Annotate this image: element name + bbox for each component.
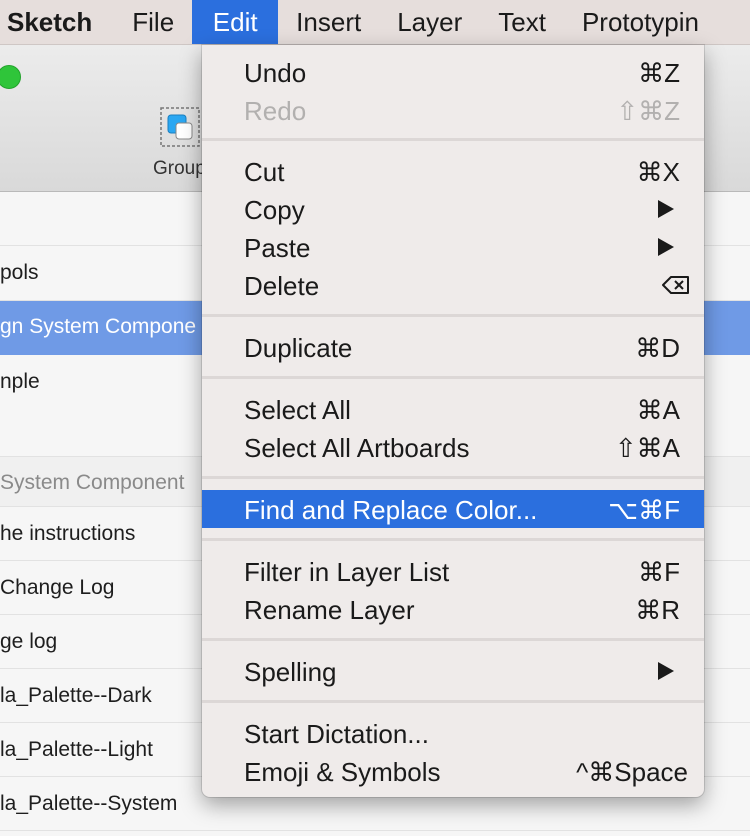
edit-menu-dropdown: Undo ⌘Z Redo ⇧⌘Z Cut ⌘X Copy Paste Delet… — [202, 45, 704, 797]
menu-separator — [202, 476, 704, 479]
menu-item-shortcut: ⌥⌘F — [608, 495, 680, 525]
menu-insert[interactable]: Insert — [278, 0, 379, 44]
submenu-arrow-icon — [658, 238, 674, 256]
menu-item-shortcut: ⌘F — [638, 557, 680, 587]
menu-app-sketch[interactable]: Sketch — [0, 0, 114, 44]
menu-item-select-all-artboards[interactable]: Select All Artboards ⇧⌘A — [202, 428, 704, 466]
menu-item-label: Emoji & Symbols — [244, 757, 441, 787]
menu-item-start-dictation[interactable]: Start Dictation... — [202, 714, 704, 752]
menu-item-paste[interactable]: Paste — [202, 228, 704, 266]
menu-item-label: Cut — [244, 157, 285, 187]
menu-item-filter-in-layer-list[interactable]: Filter in Layer List ⌘F — [202, 552, 704, 590]
menu-separator — [202, 638, 704, 641]
menu-item-label: Delete — [244, 271, 320, 301]
layer-label: he instructions — [0, 522, 136, 545]
menu-item-cut[interactable]: Cut ⌘X — [202, 152, 704, 190]
menu-item-shortcut: ⌘D — [635, 333, 680, 363]
menu-item-spelling[interactable]: Spelling — [202, 652, 704, 690]
menu-layer[interactable]: Layer — [379, 0, 480, 44]
menu-item-label: Paste — [244, 233, 311, 263]
menu-item-shortcut: ⌘X — [636, 157, 680, 187]
menu-text[interactable]: Text — [480, 0, 564, 44]
menu-edit[interactable]: Edit — [192, 0, 279, 44]
menu-item-label: Copy — [244, 195, 305, 225]
menu-item-label: Filter in Layer List — [244, 557, 450, 587]
layer-label: la_Palette--System — [0, 792, 178, 815]
menu-item-find-and-replace-color[interactable]: Find and Replace Color... ⌥⌘F — [202, 490, 704, 528]
menu-item-label: Duplicate — [244, 333, 353, 363]
layer-label: ge log — [0, 630, 58, 653]
menu-item-label: Redo — [244, 96, 307, 126]
menu-prototyping[interactable]: Prototypin — [564, 0, 717, 44]
menu-item-label: Start Dictation... — [244, 719, 429, 749]
section-header-label: System Component — [0, 471, 185, 494]
group-button-label: Group — [153, 158, 206, 179]
menu-item-shortcut: ⇧⌘A — [614, 433, 680, 463]
menu-item-shortcut: ^⌘Space — [576, 757, 688, 787]
menu-item-label: Select All Artboards — [244, 433, 470, 463]
menu-item-emoji-symbols[interactable]: Emoji & Symbols ^⌘Space — [202, 752, 704, 790]
menu-item-shortcut: ⌘Z — [638, 58, 680, 88]
menu-item-label: Spelling — [244, 657, 337, 687]
menu-item-shortcut: ⌘R — [635, 595, 680, 625]
menu-separator — [202, 376, 704, 379]
menu-separator — [202, 138, 704, 141]
submenu-arrow-icon — [658, 200, 674, 218]
menu-item-label: Find and Replace Color... — [244, 495, 538, 525]
menu-item-redo[interactable]: Redo ⇧⌘Z — [202, 91, 704, 129]
menu-item-shortcut: ⇧⌘Z — [616, 96, 680, 126]
page-label: gn System Compone — [0, 315, 197, 338]
menu-item-duplicate[interactable]: Duplicate ⌘D — [202, 328, 704, 366]
menu-separator — [202, 700, 704, 703]
menu-item-undo[interactable]: Undo ⌘Z — [202, 53, 704, 91]
menu-item-rename-layer[interactable]: Rename Layer ⌘R — [202, 590, 704, 628]
menu-item-label: Select All — [244, 395, 351, 425]
layer-label: Change Log — [0, 576, 115, 599]
group-icon[interactable] — [160, 107, 200, 147]
menu-separator — [202, 538, 704, 541]
menu-item-copy[interactable]: Copy — [202, 190, 704, 228]
menu-file[interactable]: File — [114, 0, 192, 44]
menu-separator — [202, 314, 704, 317]
layer-label: la_Palette--Light — [0, 738, 153, 761]
zoom-window-button[interactable] — [0, 65, 21, 89]
menu-item-shortcut: ⌘A — [636, 395, 680, 425]
submenu-arrow-icon — [658, 662, 674, 680]
menu-item-label: Rename Layer — [244, 595, 415, 625]
page-label: pols — [0, 261, 39, 284]
menu-item-label: Undo — [244, 58, 307, 88]
delete-key-icon — [662, 276, 689, 294]
menu-item-delete[interactable]: Delete — [202, 266, 704, 304]
layer-label: la_Palette--Dark — [0, 684, 152, 707]
menu-bar: Sketch File Edit Insert Layer Text Proto… — [0, 0, 750, 45]
page-label: nple — [0, 370, 40, 393]
menu-item-select-all[interactable]: Select All ⌘A — [202, 390, 704, 428]
